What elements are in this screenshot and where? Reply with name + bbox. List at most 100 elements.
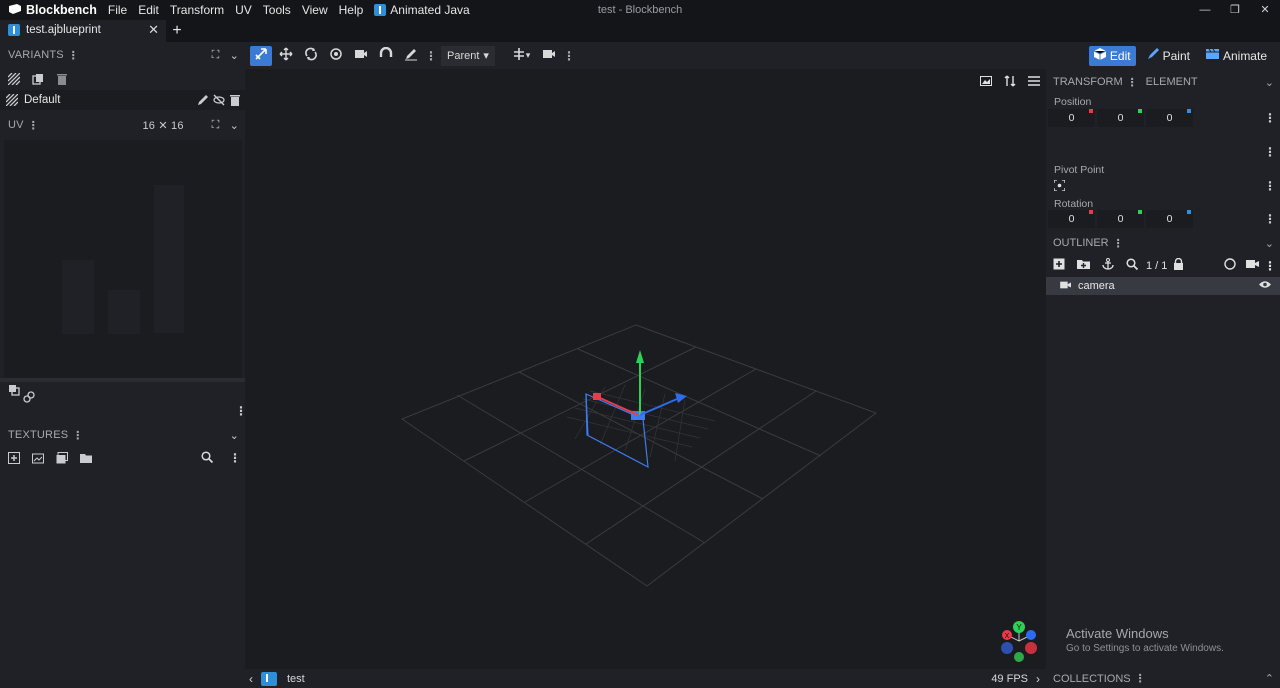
- circle-icon[interactable]: [1224, 258, 1236, 273]
- transform-space-select[interactable]: Parent ▾: [441, 45, 495, 66]
- chevron-left-icon[interactable]: ‹: [249, 672, 253, 686]
- menu-transform[interactable]: Transform: [170, 3, 224, 17]
- chevron-down-icon[interactable]: ⌄: [1265, 237, 1274, 250]
- chevron-down-icon[interactable]: ⌄: [230, 429, 239, 442]
- menu-edit[interactable]: Edit: [138, 3, 159, 17]
- position-z-input[interactable]: 0: [1146, 109, 1193, 127]
- outliner-item-camera[interactable]: camera: [1046, 277, 1280, 295]
- position-x-input[interactable]: 0: [1048, 109, 1095, 127]
- uv-face: [154, 185, 184, 333]
- rotate-icon: [304, 47, 318, 64]
- uv-title: UV: [8, 119, 24, 131]
- panel-menu-icon[interactable]: ⋮: [1135, 672, 1146, 685]
- more-options-icon[interactable]: ⋮: [1264, 212, 1276, 226]
- fullscreen-icon[interactable]: ⛶: [212, 49, 220, 62]
- panel-menu-icon[interactable]: ⋮: [1127, 76, 1138, 89]
- position-y-input[interactable]: 0: [1097, 109, 1144, 127]
- new-tab-button[interactable]: +: [166, 20, 188, 42]
- delete-variant-icon[interactable]: [56, 73, 68, 85]
- uv-editor-canvas[interactable]: [4, 140, 242, 378]
- create-variant-icon[interactable]: [8, 73, 20, 85]
- chevron-down-icon[interactable]: ⌄: [230, 49, 239, 62]
- anchor-icon[interactable]: [1102, 258, 1114, 273]
- move-arrows-icon: [279, 47, 293, 64]
- status-bar: ‹ test 49 FPS ›: [245, 669, 1046, 688]
- rotation-x-input[interactable]: 0: [1048, 210, 1095, 228]
- vertex-snap-button[interactable]: [375, 46, 397, 66]
- outliner-toolbar: 1 / 1 ⋮: [1053, 257, 1280, 273]
- fullscreen-icon[interactable]: ⛶: [212, 119, 220, 132]
- rotate-tool-button[interactable]: [300, 46, 322, 66]
- move-tool-button[interactable]: [250, 45, 272, 66]
- mode-edit[interactable]: Edit: [1088, 45, 1136, 66]
- panel-menu-icon[interactable]: ⋮: [28, 119, 39, 132]
- center-pivot-icon[interactable]: [1053, 179, 1066, 194]
- panel-menu-icon[interactable]: ⋮: [68, 49, 79, 62]
- chevron-down-icon[interactable]: ⌄: [1265, 76, 1274, 89]
- more-options-icon[interactable]: ⋮: [425, 49, 437, 63]
- tab-element[interactable]: ELEMENT: [1146, 76, 1198, 88]
- menu-animated-java[interactable]: Animated Java: [374, 3, 470, 17]
- search-icon[interactable]: [201, 450, 214, 466]
- film-icon: [1205, 48, 1219, 63]
- duplicate-variant-icon[interactable]: [32, 73, 44, 85]
- more-options-icon[interactable]: ⋮: [1264, 259, 1276, 273]
- target-icon: [329, 47, 343, 64]
- load-textures-icon[interactable]: [56, 452, 68, 464]
- snap-settings-button[interactable]: ▾: [507, 46, 535, 66]
- draw-tool-button[interactable]: [400, 46, 422, 66]
- panel-menu-icon[interactable]: ⋮: [72, 429, 83, 442]
- close-window-icon[interactable]: ✕: [1250, 0, 1280, 20]
- edit-variant-icon[interactable]: [197, 94, 209, 106]
- rotation-y-input[interactable]: 0: [1097, 210, 1144, 228]
- mode-animate[interactable]: Animate: [1201, 46, 1272, 66]
- eye-icon[interactable]: [1259, 280, 1271, 292]
- chevron-up-icon[interactable]: ⌃: [1265, 672, 1274, 685]
- cube-icon: [1093, 48, 1107, 63]
- add-cube-icon[interactable]: [1053, 258, 1065, 273]
- more-options-icon[interactable]: ⋮: [1264, 145, 1276, 159]
- menu-file[interactable]: File: [108, 3, 127, 17]
- camera-tool-button[interactable]: [350, 46, 372, 66]
- add-texture-icon[interactable]: [8, 452, 20, 464]
- more-options-icon[interactable]: ⋮: [229, 451, 241, 465]
- visibility-off-icon[interactable]: [213, 94, 225, 106]
- menu-uv[interactable]: UV: [235, 3, 252, 17]
- tab-project[interactable]: test.ajblueprint ✕: [0, 20, 166, 42]
- delete-icon[interactable]: [229, 94, 241, 106]
- more-options-icon[interactable]: ⋮: [563, 49, 575, 63]
- axis-navigator[interactable]: Y X: [997, 619, 1041, 665]
- video-camera-icon[interactable]: [1246, 258, 1260, 273]
- mode-paint[interactable]: Paint: [1142, 46, 1195, 66]
- restore-icon[interactable]: ❐: [1220, 0, 1250, 20]
- more-options-icon[interactable]: ⋮: [1264, 111, 1276, 125]
- lock-icon[interactable]: [1173, 257, 1184, 273]
- menu-view[interactable]: View: [302, 3, 328, 17]
- chevron-right-icon[interactable]: ›: [1036, 672, 1040, 686]
- divider: [0, 378, 245, 382]
- search-icon[interactable]: [1126, 258, 1139, 273]
- uv-size[interactable]: 16 ✕ 16: [142, 119, 183, 132]
- menu-tools[interactable]: Tools: [263, 3, 291, 17]
- minimize-icon[interactable]: —: [1190, 0, 1220, 20]
- textures-header: TEXTURES ⋮ ⌄: [0, 422, 245, 448]
- folder-icon[interactable]: [80, 452, 92, 464]
- tab-transform[interactable]: TRANSFORM: [1053, 76, 1123, 88]
- copy-face-icon[interactable]: [8, 384, 20, 396]
- panel-menu-icon[interactable]: ⋮: [1113, 237, 1124, 250]
- import-texture-icon[interactable]: [32, 452, 44, 464]
- 3d-viewport[interactable]: Y X: [245, 69, 1046, 669]
- chevron-down-icon[interactable]: ⌄: [230, 119, 239, 132]
- menu-help[interactable]: Help: [339, 3, 364, 17]
- main-toolbar: ⋮ Parent ▾ ▾ ⋮ Edit Paint Animate: [245, 42, 1280, 69]
- pivot-tool-button[interactable]: [325, 46, 347, 66]
- left-panel: VARIANTS ⋮ ⛶ ⌄ Default UV ⋮ 16 ✕ 16 ⛶ ⌄ …: [0, 42, 247, 688]
- variant-item[interactable]: Default: [0, 90, 245, 110]
- rotation-z-input[interactable]: 0: [1146, 210, 1193, 228]
- close-tab-icon[interactable]: ✕: [148, 22, 159, 38]
- link-icon[interactable]: [23, 391, 35, 403]
- view-camera-button[interactable]: [538, 46, 560, 66]
- move-tool-button[interactable]: [275, 46, 297, 66]
- more-options-icon[interactable]: ⋮: [1264, 179, 1276, 193]
- add-group-icon[interactable]: [1077, 258, 1090, 273]
